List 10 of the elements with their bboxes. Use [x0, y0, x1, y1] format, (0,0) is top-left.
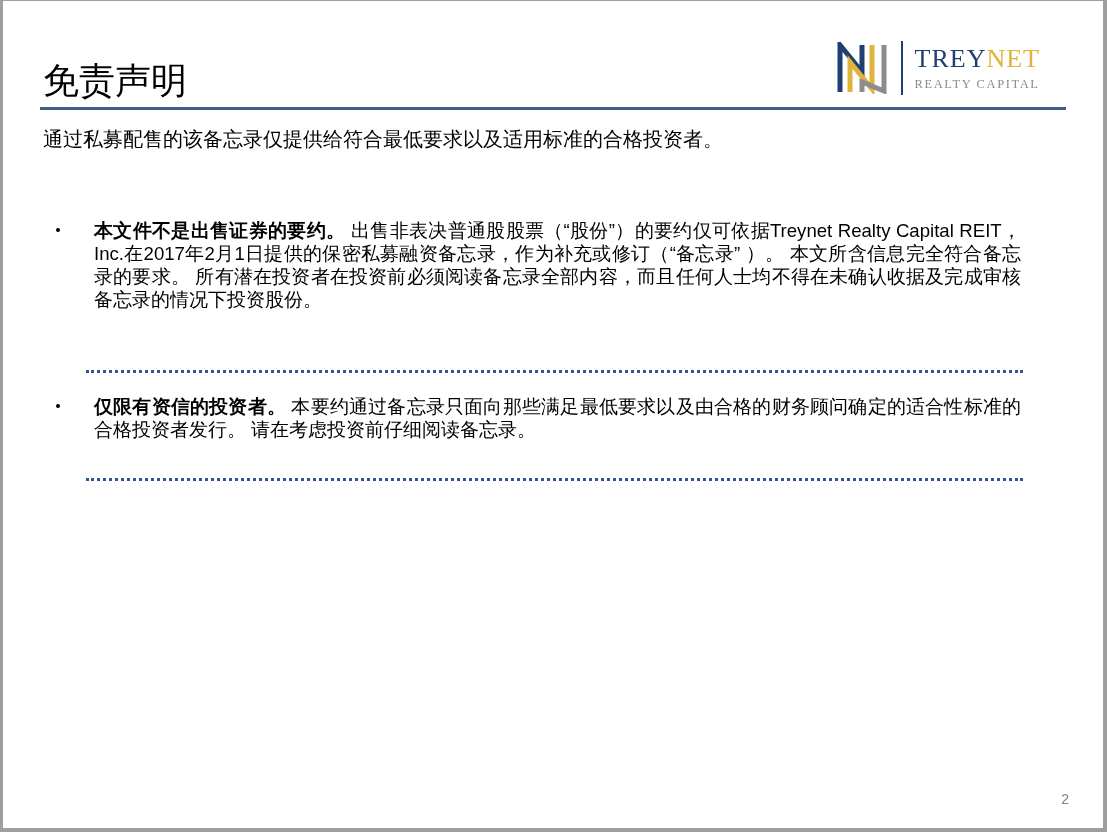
logo-tagline: REALTY CAPITAL — [914, 77, 1040, 91]
bullet-text: 本文件不是出售证券的要约。 出售非表决普通股股票（“股份”）的要约仅可依据Treynet Realty Capital REIT，Inc.在2017年2月1日提供的保密私募融资备忘录，作为补充或修订（“备忘录” ）。 本文所含信息完全符合备忘录的要求。 所有潜在投资者在投资前必须阅读备忘录全部内容，而且任何人士均不得在未确认收据及完成审核备忘录的情况下投资股份。 — [94, 219, 1021, 311]
bullet-icon — [56, 404, 60, 408]
intro-text: 通过私募配售的该备忘录仅提供给符合最低要求以及适用标准的合格投资者。 — [43, 129, 724, 149]
logo-mark-icon — [836, 42, 889, 94]
slide-title: 免责声明 — [43, 63, 187, 103]
logo-wordmark: TREYNET — [914, 45, 1040, 72]
page-number: 2 — [1061, 790, 1069, 809]
bullet-text: 仅限有资信的投资者。 本要约通过备忘录只面向那些满足最低要求以及由合格的财务顾问确定的适合性标准的合格投资者发行。 请在考虑投资前仔细阅读备忘录。 — [94, 395, 1021, 441]
bullet-icon — [56, 228, 60, 232]
